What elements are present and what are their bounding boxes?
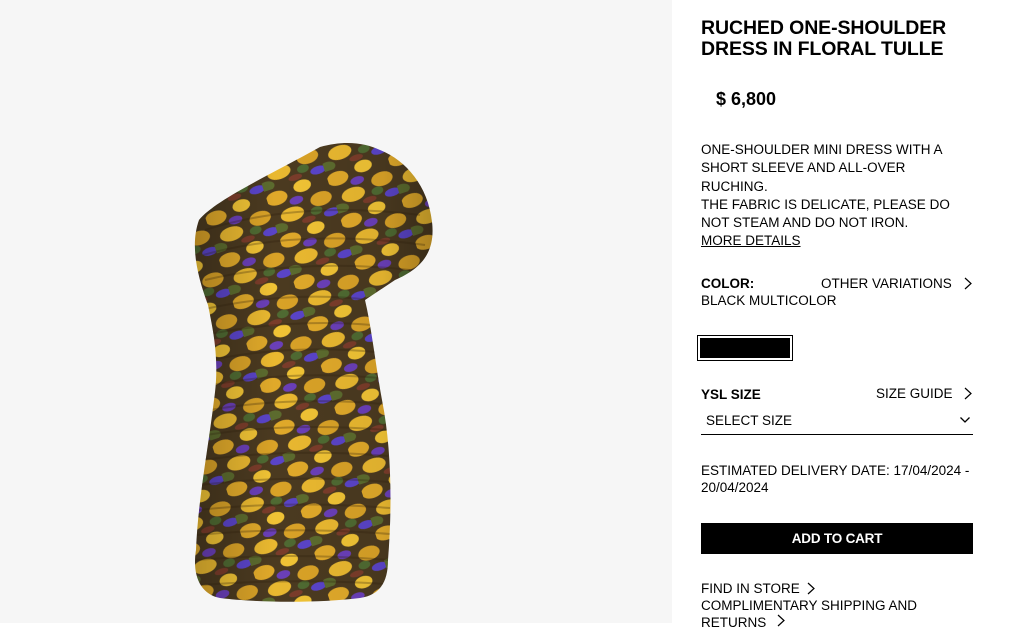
add-to-cart-button[interactable]: ADD TO CART <box>701 523 973 554</box>
chevron-right-icon <box>807 582 815 595</box>
description-line-1: ONE-SHOULDER MINI DRESS WITH A SHORT SLE… <box>701 142 942 194</box>
size-select[interactable]: SELECT SIZE <box>701 410 973 435</box>
product-title: RUCHED ONE-SHOULDER DRESS IN FLORAL TULL… <box>701 17 947 60</box>
size-select-value: SELECT SIZE <box>706 413 793 428</box>
product-price: $ 6,800 <box>716 89 777 109</box>
product-description: ONE-SHOULDER MINI DRESS WITH A SHORT SLE… <box>701 141 973 251</box>
product-image-gallery <box>0 0 672 623</box>
chevron-right-icon <box>964 277 972 290</box>
color-label: COLOR: <box>701 276 755 291</box>
size-guide-link[interactable]: SIZE GUIDE <box>876 386 973 401</box>
find-in-store-link[interactable]: FIND IN STORE <box>701 581 816 596</box>
color-value: BLACK MULTICOLOR <box>701 293 837 308</box>
other-variations-label: OTHER VARIATIONS <box>821 276 952 291</box>
other-variations-link[interactable]: OTHER VARIATIONS <box>821 276 973 291</box>
chevron-right-icon <box>964 387 972 400</box>
size-label: YSL SIZE <box>701 387 761 402</box>
color-swatch-black-multicolor[interactable] <box>697 335 793 361</box>
chevron-right-icon <box>777 614 785 627</box>
product-image-dress[interactable] <box>0 0 672 623</box>
complimentary-shipping-link[interactable]: COMPLIMENTARY SHIPPING AND RETURNS <box>701 598 973 631</box>
shipping-label: COMPLIMENTARY SHIPPING AND RETURNS <box>701 598 918 630</box>
description-line-2: THE FABRIC IS DELICATE, PLEASE DO NOT ST… <box>701 196 950 231</box>
find-in-store-label: FIND IN STORE <box>701 581 800 596</box>
size-guide-label: SIZE GUIDE <box>876 386 953 401</box>
swatch-fill <box>700 338 790 358</box>
estimated-delivery: ESTIMATED DELIVERY DATE: 17/04/2024 - 20… <box>701 463 970 495</box>
more-details-link[interactable]: MORE DETAILS <box>701 232 801 250</box>
chevron-down-icon <box>960 417 970 423</box>
